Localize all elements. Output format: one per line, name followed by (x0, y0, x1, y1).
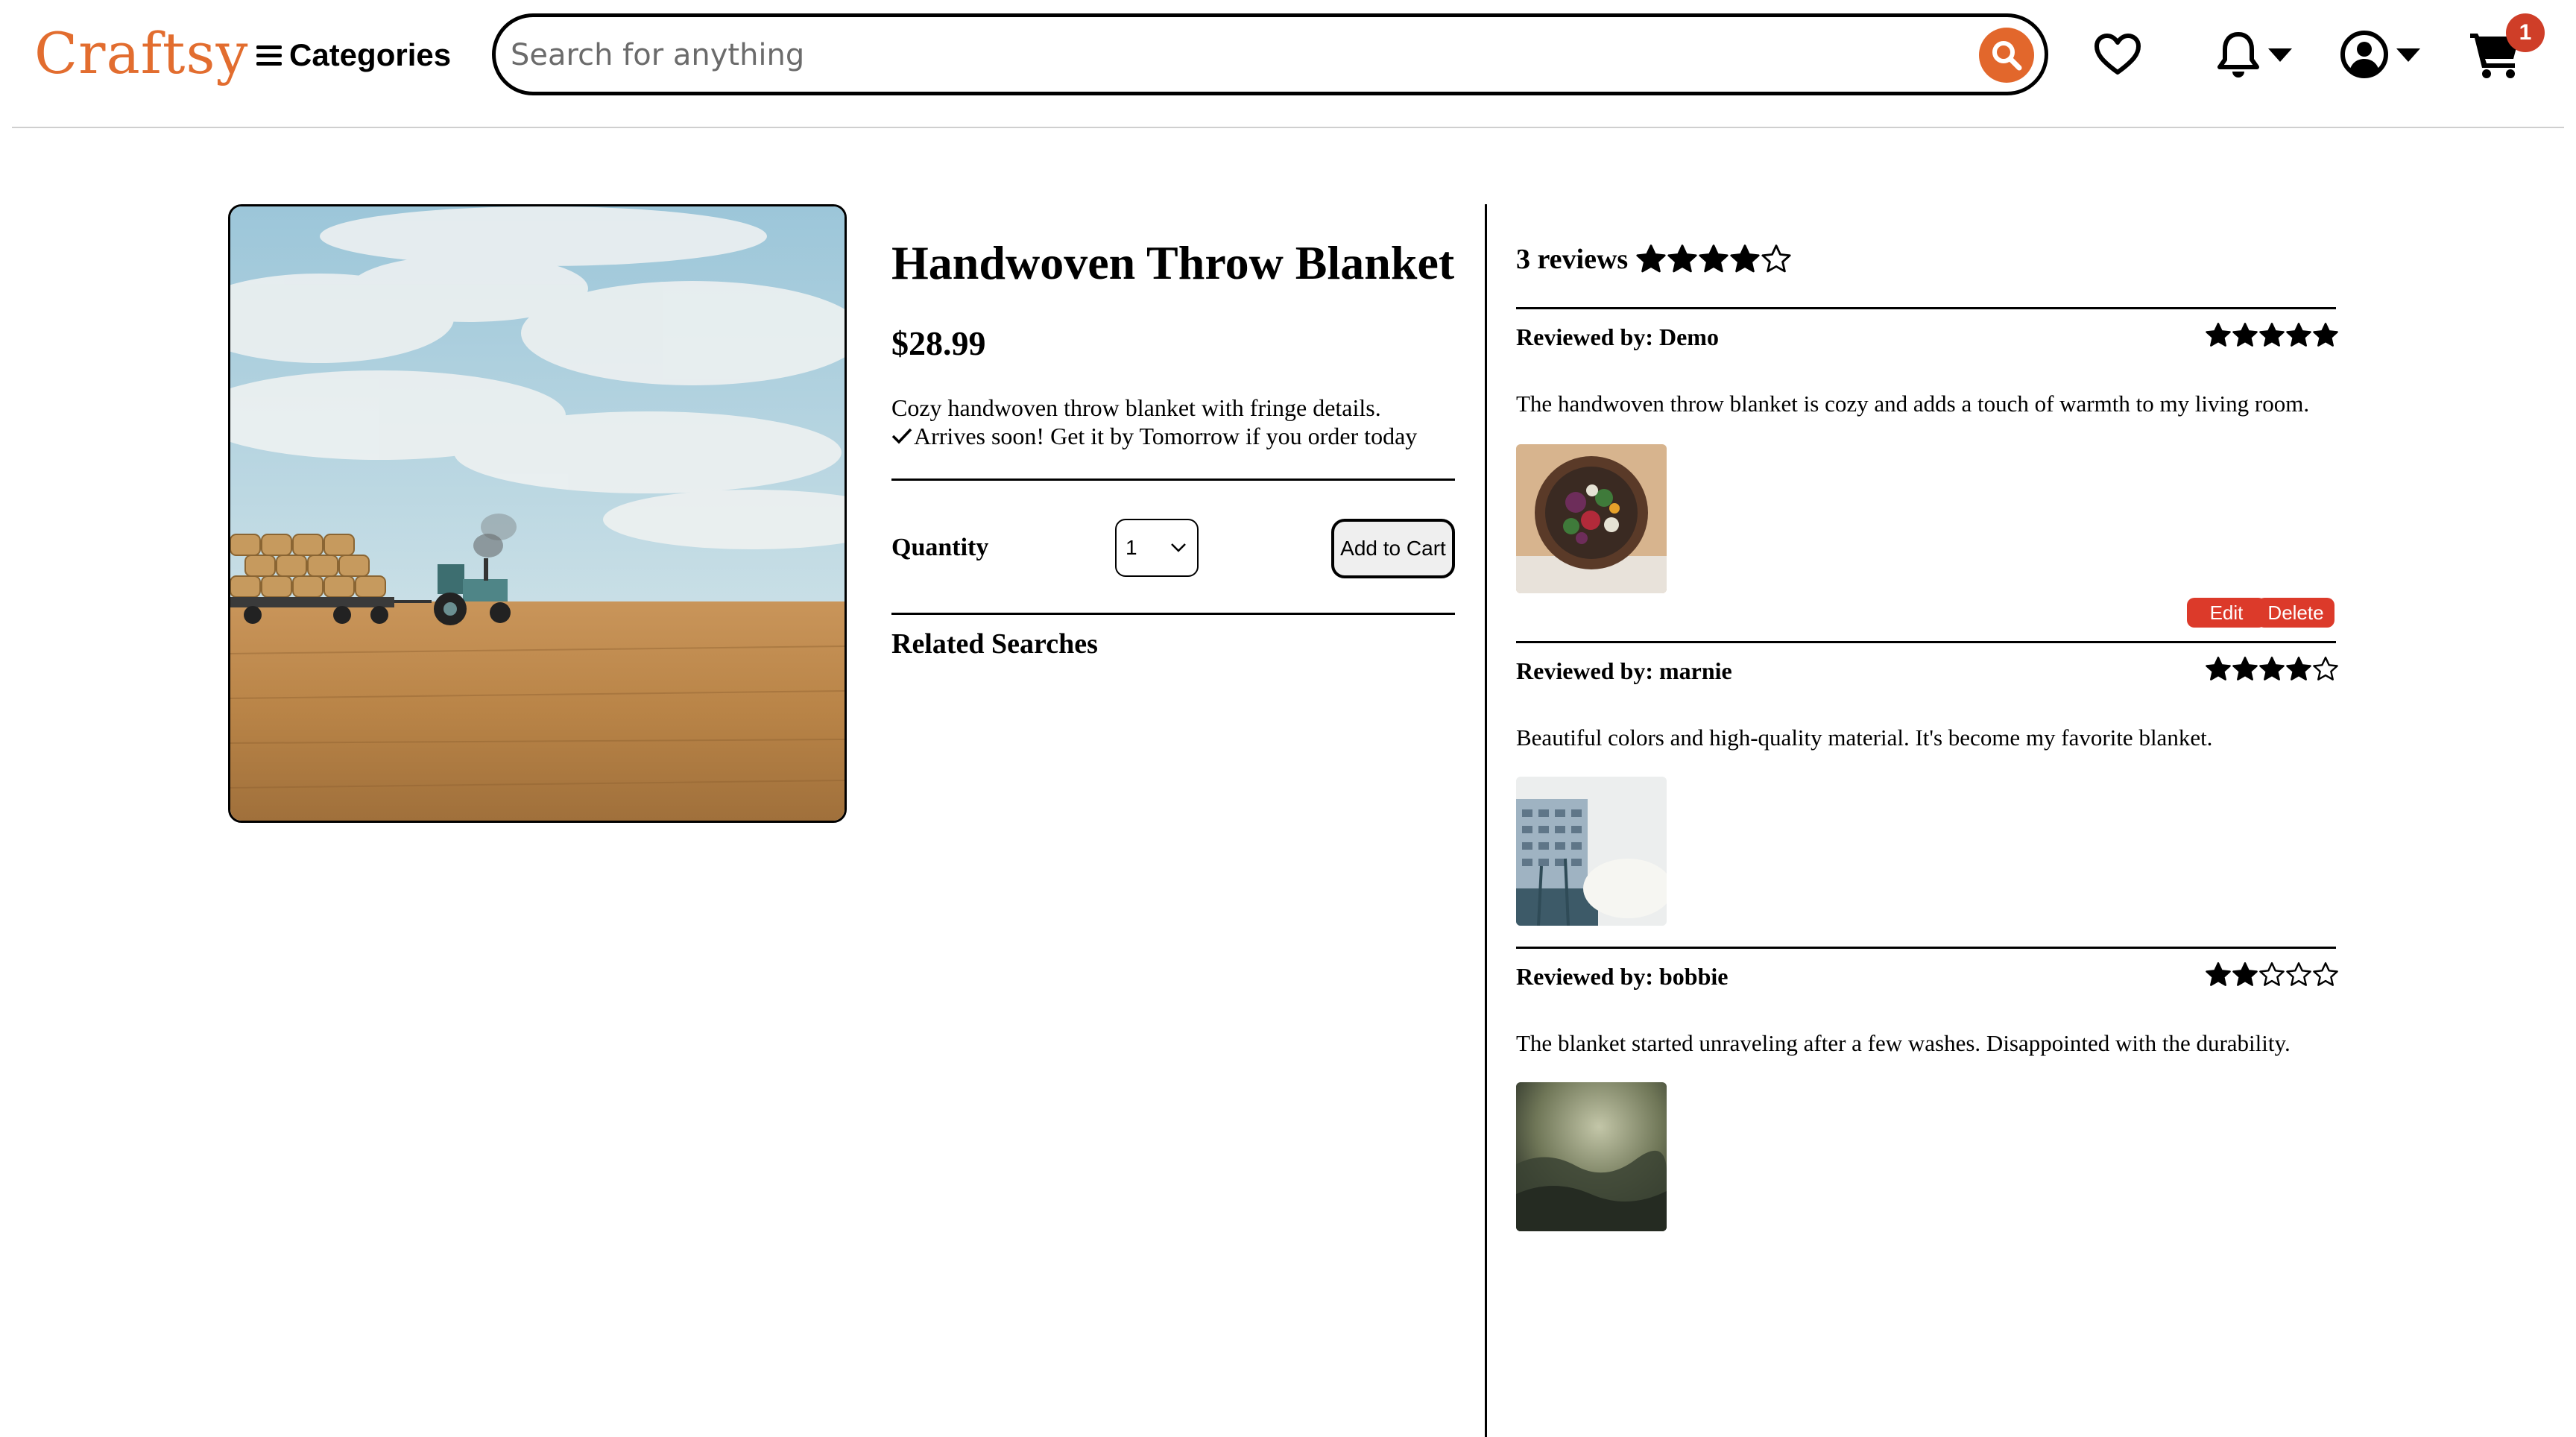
review-rating-stars (2205, 656, 2339, 683)
delivery-estimate: Arrives soon! Get it by Tomorrow if you … (891, 422, 1417, 450)
review-divider (1516, 641, 2336, 643)
notifications-button[interactable] (2211, 28, 2299, 80)
product-price: $28.99 (891, 324, 986, 362)
star-outline-icon (1761, 244, 1791, 273)
review-photo[interactable] (1516, 777, 1667, 926)
star-filled-icon (2259, 323, 2285, 347)
reviewer-name: Reviewed by: bobbie (1516, 963, 1729, 990)
star-outline-icon (2313, 962, 2338, 986)
hamburger-icon (256, 44, 282, 66)
categories-label: Categories (289, 37, 452, 72)
star-filled-icon (2206, 962, 2231, 986)
product-description: Cozy handwoven throw blanket with fringe… (891, 394, 1381, 421)
star-filled-icon (1730, 244, 1760, 273)
average-rating-stars (1635, 244, 1792, 275)
related-searches-heading: Related Searches (891, 628, 1098, 660)
search-button[interactable] (1979, 28, 2034, 83)
reviewer-name: Reviewed by: Demo (1516, 323, 1719, 350)
star-filled-icon (2206, 323, 2231, 347)
star-outline-icon (2259, 962, 2285, 986)
reviewer-name: Reviewed by: marnie (1516, 657, 1732, 684)
site-logo[interactable]: Craftsy (34, 16, 248, 91)
review-text: The handwoven throw blanket is cozy and … (1516, 391, 2310, 417)
column-divider (1485, 204, 1487, 1437)
quantity-select[interactable]: 1 (1115, 519, 1199, 577)
delete-review-button[interactable]: Delete (2257, 598, 2334, 628)
review-divider (1516, 307, 2336, 309)
checkmark-icon (891, 428, 912, 444)
search-icon (1992, 41, 2022, 71)
star-outline-icon (2286, 962, 2311, 986)
product-description-block: Cozy handwoven throw blanket with fringe… (891, 394, 1417, 450)
divider (891, 613, 1455, 615)
star-filled-icon (2206, 657, 2231, 680)
bell-icon (2217, 32, 2259, 78)
search-bar (492, 13, 2048, 95)
review-photo[interactable] (1516, 1082, 1667, 1231)
categories-menu-button[interactable]: Categories (256, 33, 451, 78)
star-filled-icon (2259, 657, 2285, 680)
review-divider (1516, 947, 2336, 949)
account-menu-button[interactable] (2334, 28, 2427, 80)
reviews-summary: 3 reviews (1516, 243, 1792, 276)
quantity-value: 1 (1126, 536, 1137, 559)
product-title: Handwoven Throw Blanket (891, 236, 1455, 289)
chevron-down-icon (2268, 48, 2292, 62)
chevron-down-icon (1171, 543, 1186, 552)
add-to-cart-button[interactable]: Add to Cart (1331, 519, 1455, 578)
product-image (228, 204, 847, 823)
star-filled-icon (1636, 244, 1666, 273)
cart-count-badge: 1 (2506, 13, 2545, 52)
star-filled-icon (2232, 657, 2258, 680)
header-divider (12, 127, 2564, 128)
star-filled-icon (1667, 244, 1697, 273)
star-filled-icon (2232, 323, 2258, 347)
star-filled-icon (1699, 244, 1729, 273)
favorites-button[interactable] (2093, 30, 2142, 79)
heart-icon (2094, 34, 2141, 75)
review-text: Beautiful colors and high-quality materi… (1516, 724, 2213, 751)
review-rating-stars (2205, 961, 2339, 988)
review-photo[interactable] (1516, 444, 1667, 593)
star-filled-icon (2313, 323, 2338, 347)
review-rating-stars (2205, 322, 2339, 349)
divider (891, 479, 1455, 481)
search-input[interactable] (511, 32, 1927, 78)
reviews-count: 3 reviews (1516, 244, 1629, 275)
star-filled-icon (2286, 323, 2311, 347)
delivery-text: Arrives soon! Get it by Tomorrow if you … (914, 423, 1418, 449)
star-outline-icon (2313, 657, 2338, 680)
star-filled-icon (2232, 962, 2258, 986)
star-filled-icon (2286, 657, 2311, 680)
edit-review-button[interactable]: Edit (2187, 598, 2266, 628)
quantity-label: Quantity (891, 534, 989, 561)
chevron-down-icon (2396, 48, 2420, 62)
review-text: The blanket started unraveling after a f… (1516, 1030, 2291, 1056)
user-avatar-icon (2340, 31, 2388, 78)
